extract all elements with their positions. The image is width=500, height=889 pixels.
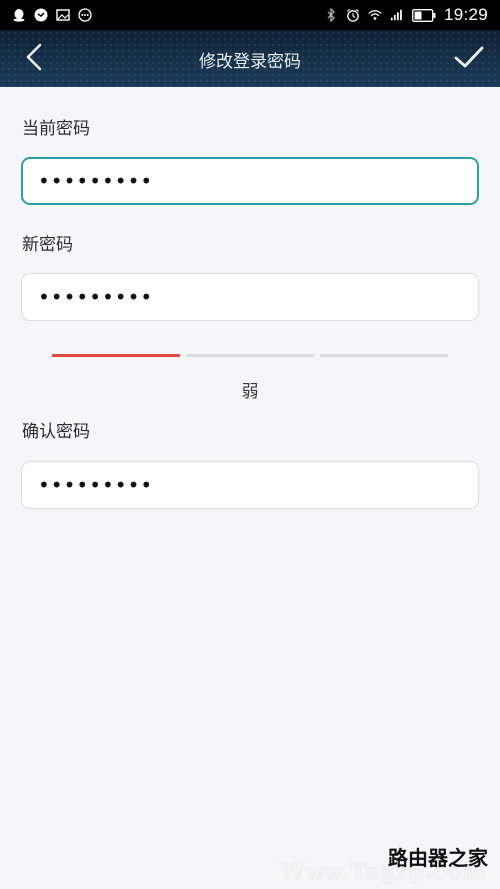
status-bar: 19:29 — [0, 0, 500, 30]
watermark-url: Www.Tagxp.com — [280, 859, 486, 885]
clock-time: 19:29 — [443, 5, 488, 24]
confirm-password-field[interactable]: ••••••••• — [21, 461, 479, 509]
more-dots-icon — [78, 8, 92, 22]
battery-icon — [412, 8, 436, 22]
nav-bar: 修改登录密码 — [0, 30, 500, 87]
current-password-label: 当前密码 — [22, 119, 90, 139]
current-password-field[interactable]: ••••••••• — [21, 157, 479, 205]
signal-icon — [390, 8, 404, 22]
alarm-icon — [346, 8, 360, 22]
strength-segment-strong — [320, 354, 448, 357]
page-title: 修改登录密码 — [199, 52, 301, 72]
bluetooth-icon — [324, 8, 338, 22]
strength-segment-weak — [52, 354, 180, 357]
password-strength-meter — [52, 354, 448, 357]
confirm-button[interactable] — [450, 40, 488, 78]
confirm-password-value: ••••••••• — [38, 473, 154, 497]
status-bar-left — [12, 5, 92, 25]
message-icon — [34, 8, 48, 22]
status-bar-right: 19:29 — [324, 5, 488, 25]
chevron-left-icon — [25, 43, 43, 75]
image-icon — [56, 8, 70, 22]
back-button[interactable] — [18, 42, 50, 76]
wifi-icon — [368, 8, 382, 22]
password-strength-label: 弱 — [241, 382, 259, 402]
strength-segment-medium — [186, 354, 314, 357]
new-password-field[interactable]: ••••••••• — [21, 273, 479, 321]
new-password-label: 新密码 — [22, 235, 73, 255]
qq-icon — [12, 8, 26, 22]
check-icon — [454, 45, 484, 73]
confirm-password-label: 确认密码 — [22, 422, 90, 442]
new-password-value: ••••••••• — [38, 285, 154, 309]
current-password-value: ••••••••• — [38, 169, 154, 193]
